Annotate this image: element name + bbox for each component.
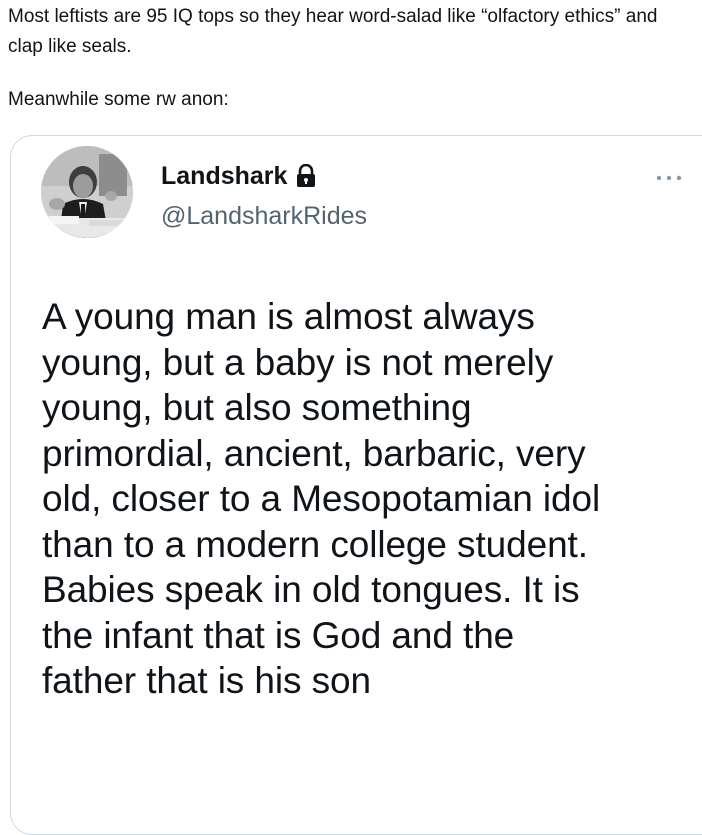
display-name[interactable]: Landshark — [161, 160, 287, 192]
avatar[interactable] — [41, 146, 133, 238]
quoted-tweet-text: A young man is almost always young, but … — [42, 296, 601, 701]
post-text-line: Most leftists are 95 IQ tops so they hea… — [8, 6, 658, 57]
more-horizontal-icon[interactable] — [653, 172, 685, 184]
quoted-tweet-card[interactable]: Landshark @LandsharkRides A young man is… — [10, 135, 702, 835]
post-text: Most leftists are 95 IQ tops so they hea… — [8, 2, 688, 115]
avatar-photo-icon — [41, 146, 133, 238]
post-text-line: Meanwhile some rw anon: — [8, 89, 229, 110]
lock-icon — [297, 164, 316, 187]
author-handle[interactable]: @LandsharkRides — [161, 200, 367, 232]
author-name-row[interactable]: Landshark — [161, 160, 317, 192]
